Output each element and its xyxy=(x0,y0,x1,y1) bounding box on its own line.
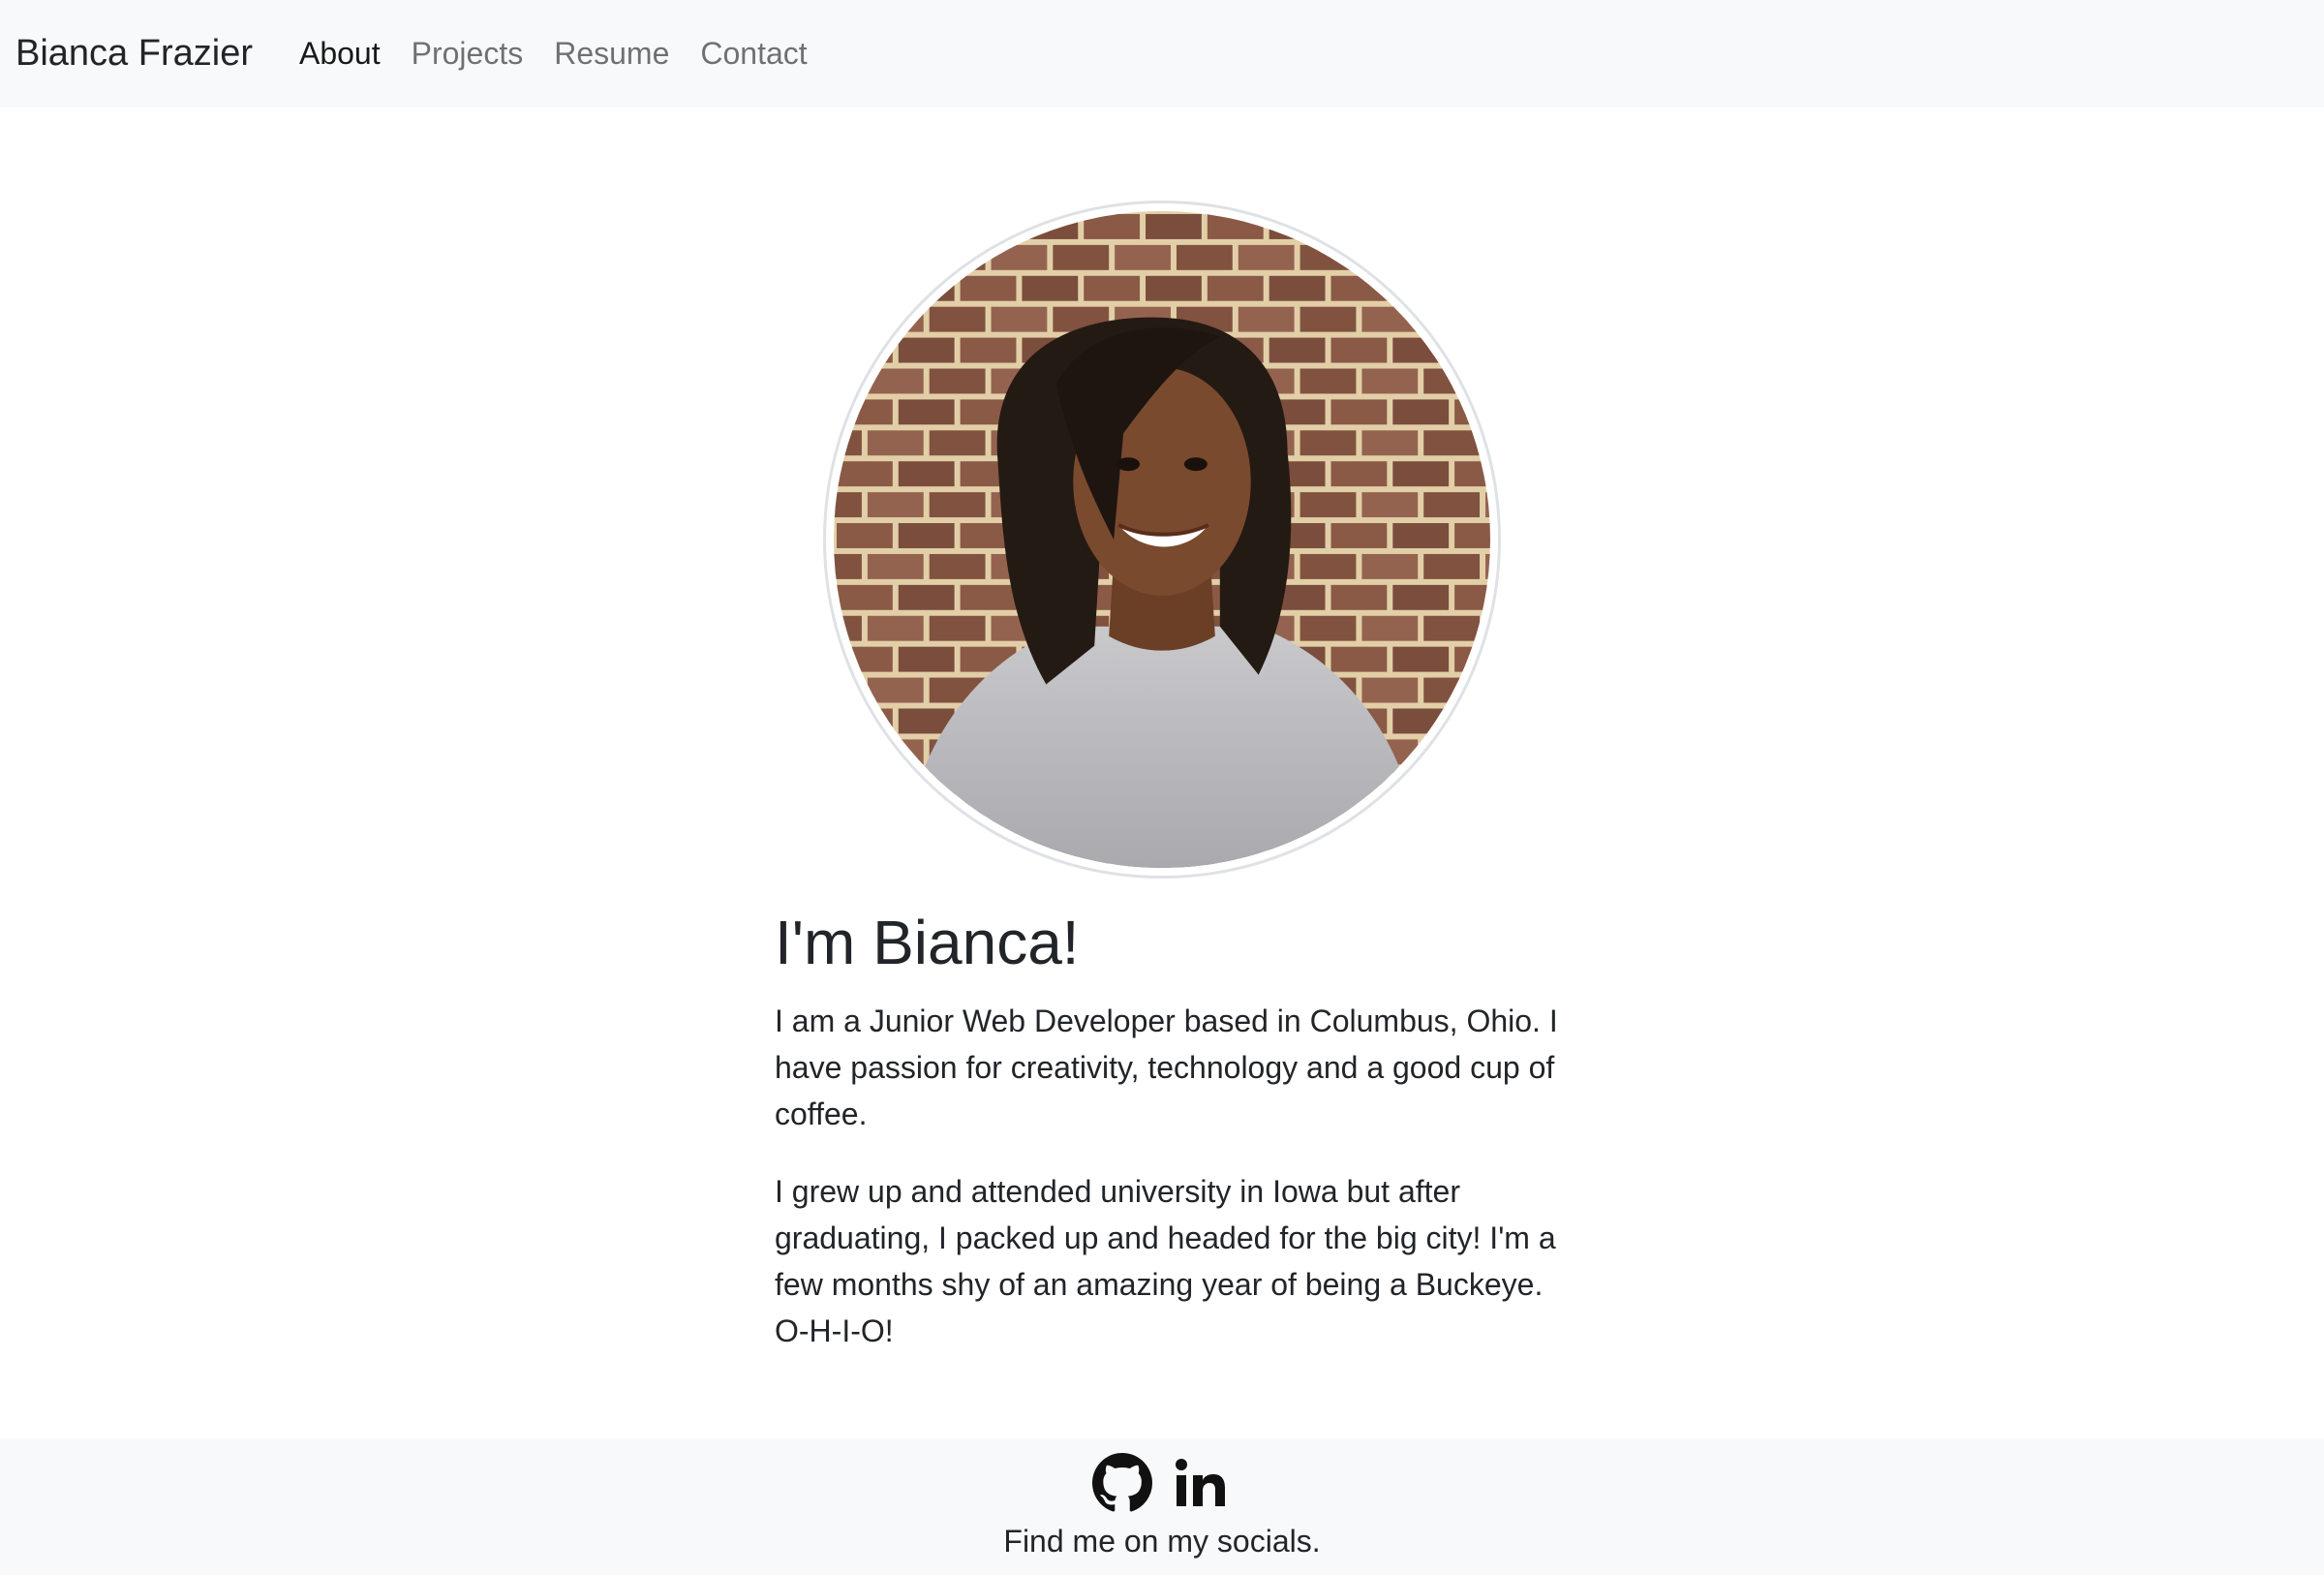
page-title: I'm Bianca! xyxy=(775,908,1080,977)
background-paragraph: I grew up and attended university in Iow… xyxy=(775,1173,1556,1348)
nav-link-resume[interactable]: Resume xyxy=(554,36,669,72)
footer: Find me on my socials. xyxy=(0,1438,2324,1575)
nav-links: About Projects Resume Contact xyxy=(299,36,839,72)
profile-photo-image xyxy=(834,211,1490,868)
navbar: Bianca Frazier About Projects Resume Con… xyxy=(0,0,2324,108)
profile-photo xyxy=(823,201,1501,879)
nav-link-projects[interactable]: Projects xyxy=(412,36,524,72)
linkedin-icon[interactable] xyxy=(1174,1456,1228,1510)
navbar-brand[interactable]: Bianca Frazier xyxy=(15,33,253,75)
social-links xyxy=(1092,1453,1228,1513)
footer-text: Find me on my socials. xyxy=(1003,1524,1321,1559)
intro-paragraph: I am a Junior Web Developer based in Col… xyxy=(775,1003,1558,1131)
github-icon[interactable] xyxy=(1092,1453,1152,1513)
nav-link-about[interactable]: About xyxy=(299,36,381,72)
nav-link-contact[interactable]: Contact xyxy=(700,36,807,72)
about-section: I'm Bianca! I am a Junior Web Developer … xyxy=(775,906,1569,1385)
